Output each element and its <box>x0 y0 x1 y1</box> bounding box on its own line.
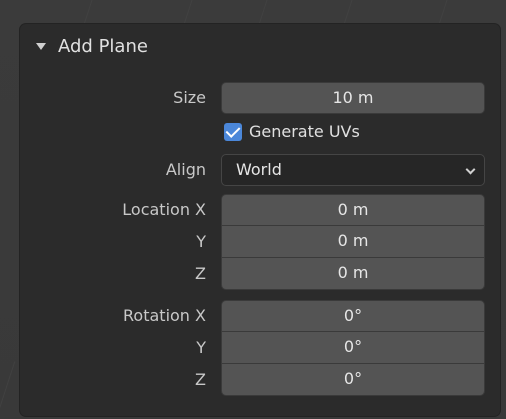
panel-header[interactable]: Add Plane <box>20 24 500 72</box>
location-y-field[interactable]: 0 m <box>221 226 485 258</box>
add-plane-operator-panel: Add Plane Size 10 m Generate UVs Align W… <box>20 24 500 416</box>
align-selected-value: World <box>236 160 282 179</box>
generate-uvs-checkbox[interactable] <box>224 123 242 141</box>
viewport-grid-line <box>0 361 16 419</box>
align-label: Align <box>165 160 206 179</box>
location-x-field[interactable]: 0 m <box>221 194 485 226</box>
size-field[interactable]: 10 m <box>221 82 485 114</box>
chevron-down-icon <box>465 164 476 175</box>
collapse-triangle-icon[interactable] <box>36 43 46 50</box>
location-z-field[interactable]: 0 m <box>221 258 485 290</box>
rotation-x-field[interactable]: 0° <box>221 300 485 332</box>
rotation-z-field[interactable]: 0° <box>221 364 485 396</box>
location-z-label: Z <box>195 264 206 283</box>
location-x-label: Location X <box>122 200 206 219</box>
size-label: Size <box>173 88 206 107</box>
rotation-z-label: Z <box>195 370 206 389</box>
panel-title: Add Plane <box>58 36 148 57</box>
rotation-y-field[interactable]: 0° <box>221 332 485 364</box>
align-dropdown[interactable]: World <box>221 154 485 186</box>
generate-uvs-label[interactable]: Generate UVs <box>249 120 360 144</box>
rotation-x-label: Rotation X <box>123 306 206 325</box>
location-y-label: Y <box>196 232 206 251</box>
rotation-y-label: Y <box>196 338 206 357</box>
